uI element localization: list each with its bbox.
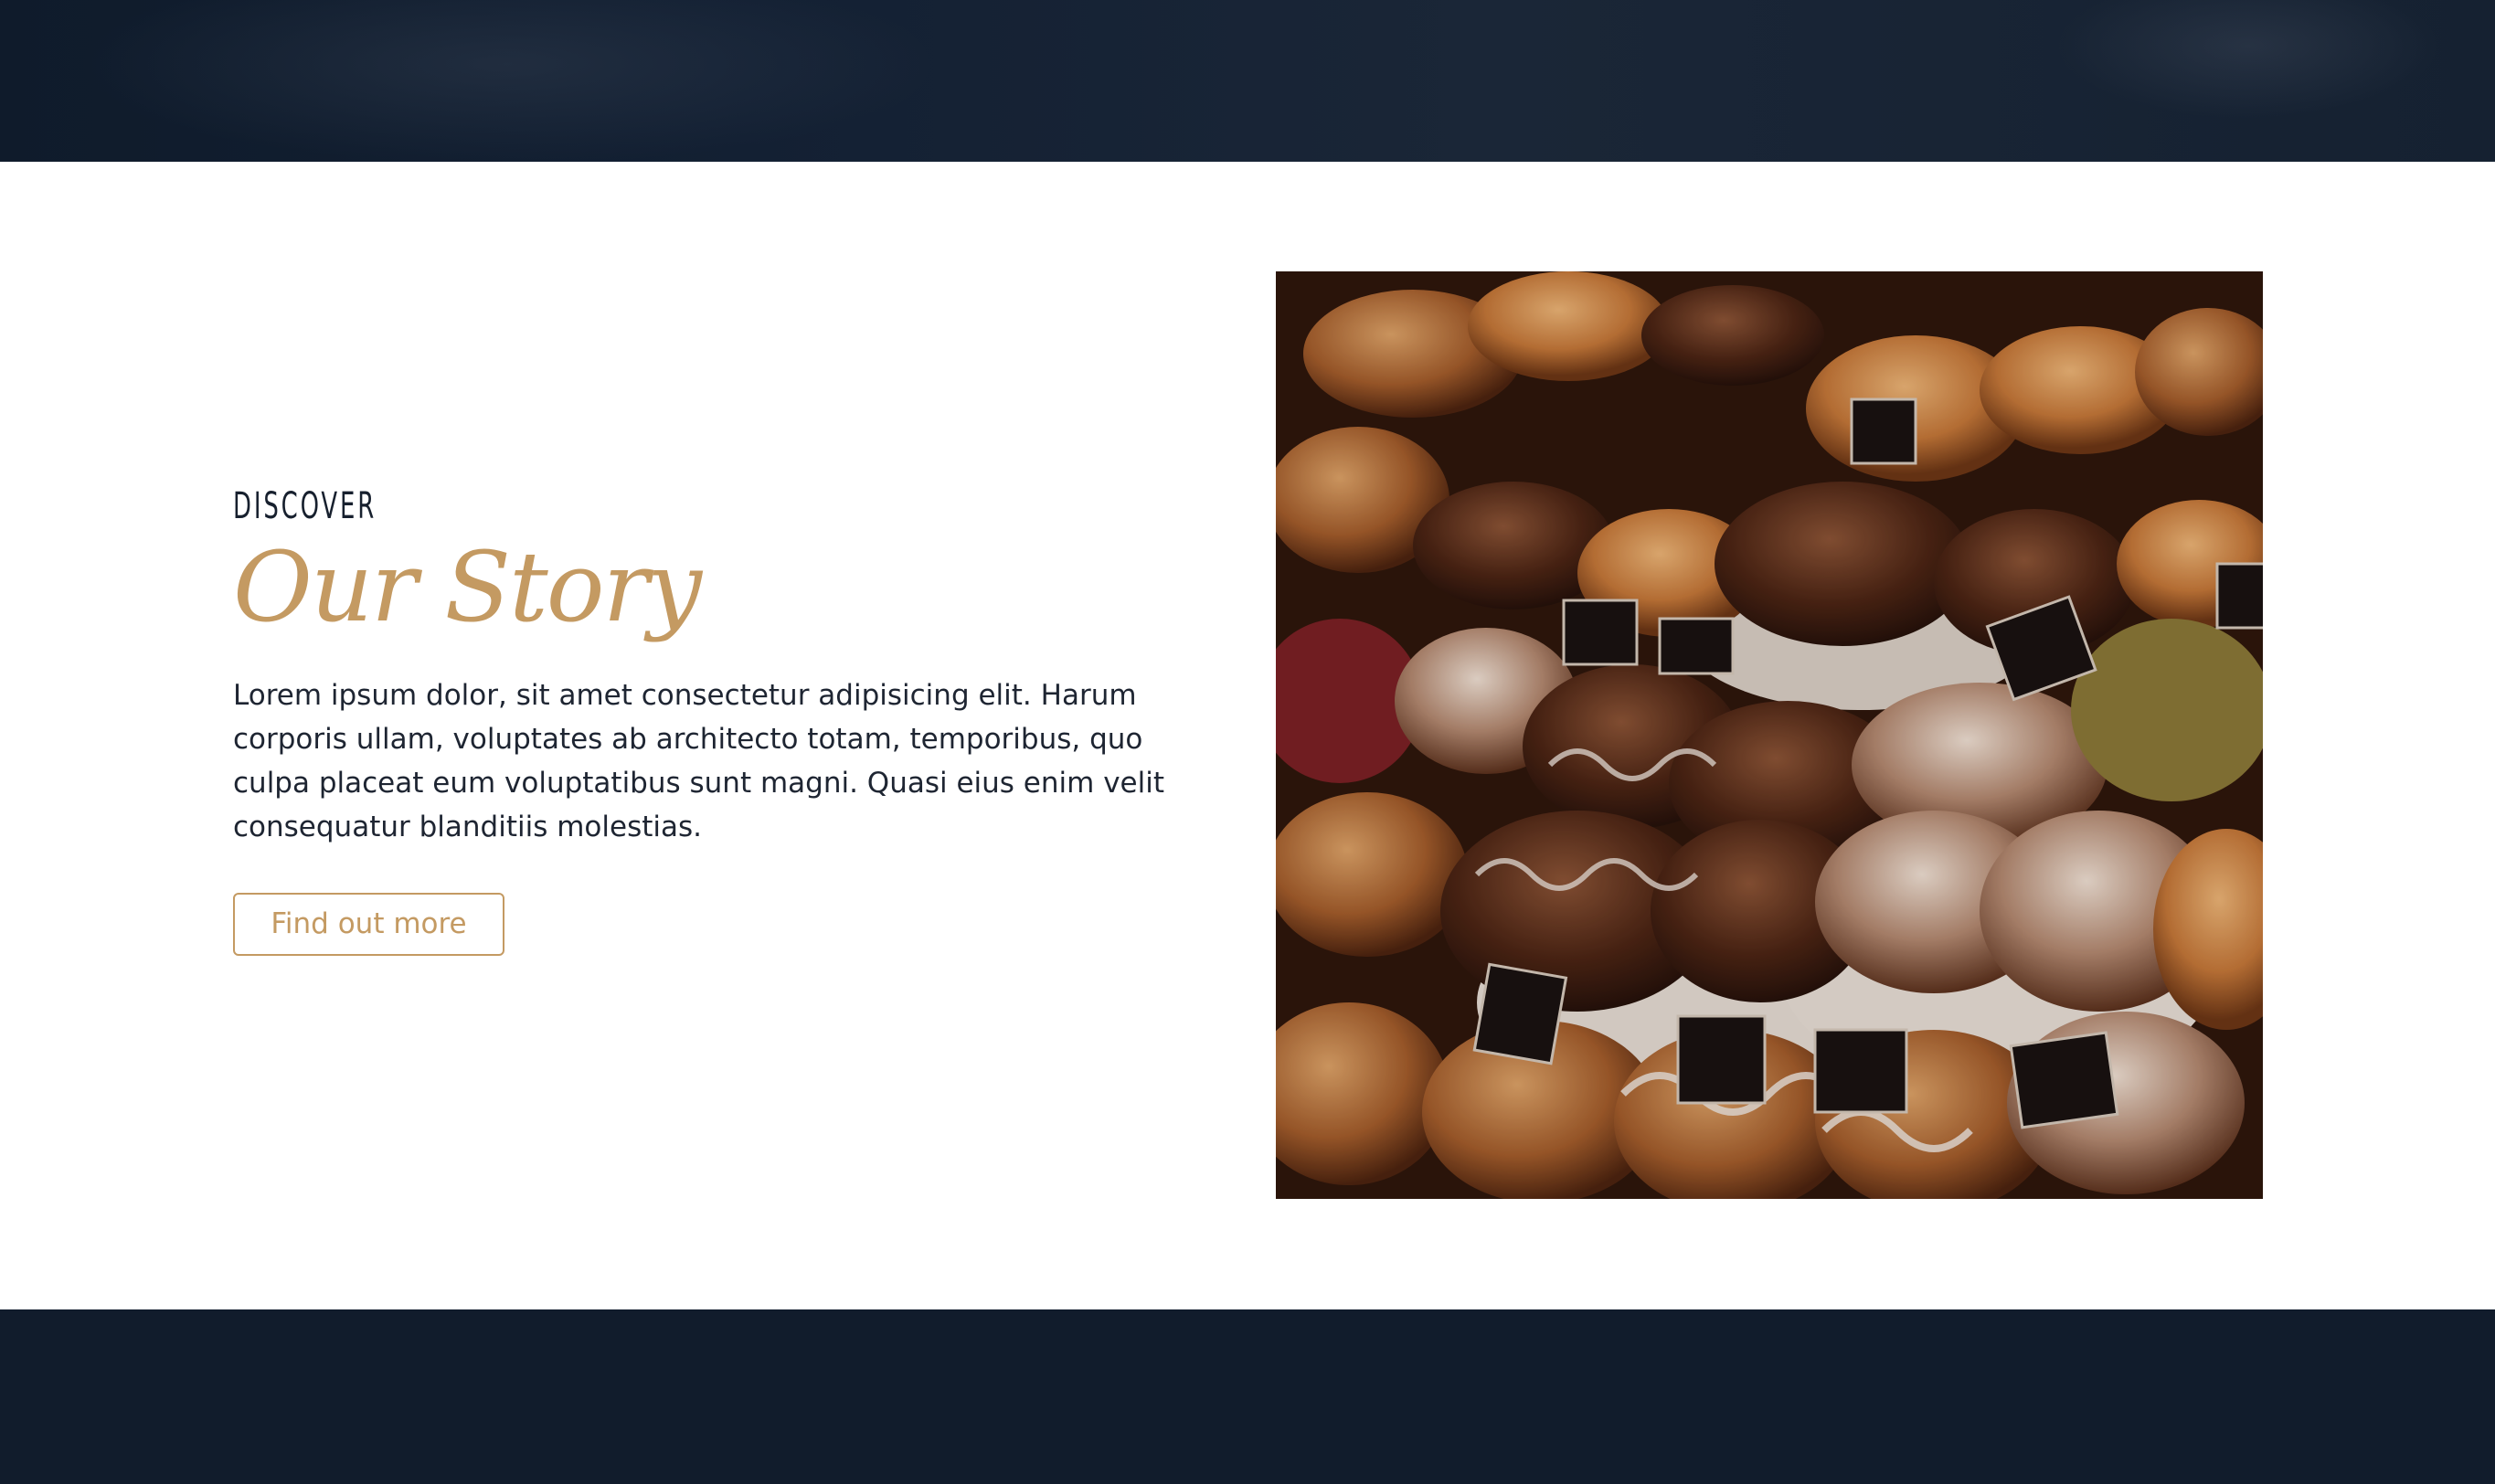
section-eyebrow: DISCOVER	[233, 485, 377, 527]
section-body-text: Lorem ipsum dolor, sit amet consectetur …	[233, 679, 1164, 843]
our-story-section: DISCOVER Our Story Lorem ipsum dolor, si…	[233, 480, 1202, 956]
find-out-more-button[interactable]: Find out more	[233, 893, 504, 956]
bottom-dark-band	[0, 1309, 2495, 1484]
pastry-photo-illustration	[1276, 271, 2263, 1199]
section-heading: Our Story	[233, 531, 702, 643]
pastry-display-photo	[1276, 271, 2263, 1199]
top-hero-band	[0, 0, 2495, 162]
